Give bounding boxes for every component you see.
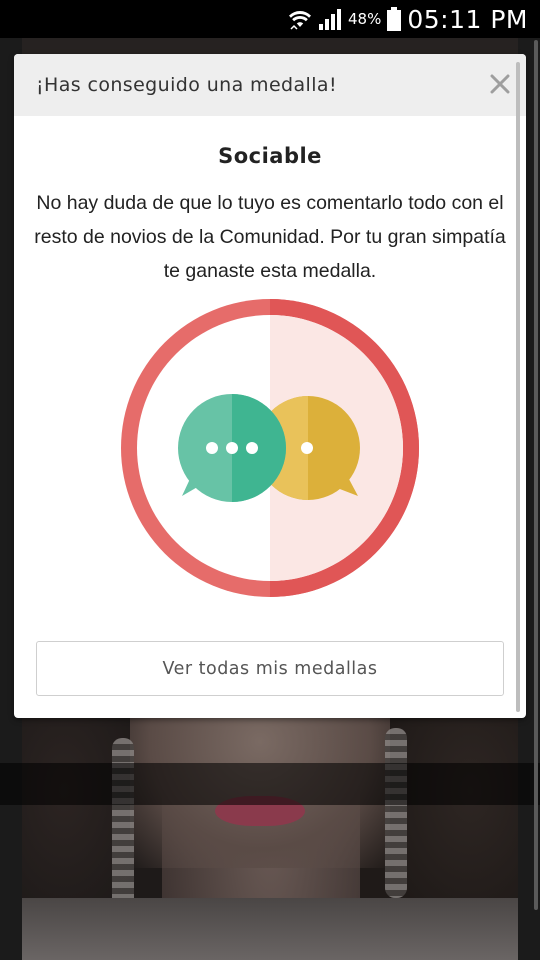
chat-bubbles-medal-icon bbox=[121, 299, 419, 597]
medal-description: No hay duda de que lo tuyo es comentarlo… bbox=[34, 192, 506, 282]
photo-overlay-band bbox=[0, 763, 540, 805]
signal-icon bbox=[319, 9, 342, 30]
page-scrollbar[interactable] bbox=[534, 40, 538, 910]
status-bar: 48% 05:11 PM bbox=[0, 0, 540, 38]
medal-name: Sociable bbox=[218, 144, 322, 168]
medal-dialog: ¡Has conseguido una medalla! Sociable No… bbox=[14, 54, 526, 718]
view-all-medals-button[interactable]: Ver todas mis medallas bbox=[36, 641, 504, 696]
wifi-icon bbox=[289, 11, 312, 30]
photo-bottom bbox=[22, 898, 518, 960]
dialog-title: ¡Has conseguido una medalla! bbox=[36, 74, 337, 96]
dialog-header: ¡Has conseguido una medalla! bbox=[14, 54, 526, 116]
close-icon[interactable] bbox=[487, 71, 513, 97]
battery-icon bbox=[387, 7, 402, 31]
battery-percent: 48% bbox=[348, 10, 382, 28]
clock: 05:11 PM bbox=[407, 4, 528, 34]
photo-earring-right bbox=[385, 728, 407, 898]
